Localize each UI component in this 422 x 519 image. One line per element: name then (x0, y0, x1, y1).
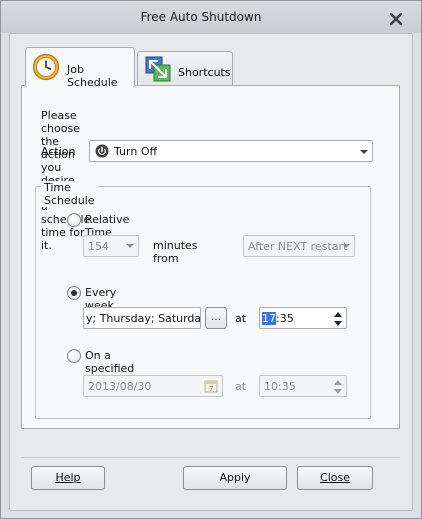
tab-shortcuts[interactable]: Shortcuts (137, 51, 233, 87)
tab-job-schedule[interactable]: Job Schedule (25, 47, 135, 89)
weekdays-value: y; Thursday; Saturday; (86, 312, 201, 325)
action-select-value: Turn Off (114, 145, 158, 158)
weekdays-field[interactable]: y; Thursday; Saturday; (83, 307, 201, 329)
specified-date-radio[interactable] (67, 349, 81, 363)
close-icon[interactable] (389, 12, 403, 26)
minutes-value: 154 (88, 240, 109, 253)
close-button-label: Close (320, 471, 350, 484)
close-button[interactable]: Close (297, 466, 373, 490)
power-icon (95, 144, 109, 158)
date-field[interactable]: 2013/08/30 7 (83, 375, 223, 397)
chevron-down-icon (126, 244, 134, 248)
time-spinner-icon[interactable] (332, 309, 344, 329)
weekly-time-rest: :35 (276, 312, 294, 325)
tab-job-schedule-label: Job Schedule (67, 63, 118, 89)
chevron-down-icon (342, 244, 350, 248)
clock-icon (32, 53, 60, 81)
svg-text:7: 7 (209, 385, 213, 393)
chevron-down-icon (360, 150, 368, 154)
weekly-at-label: at (235, 312, 247, 325)
date-time-value: 10:35 (264, 380, 296, 393)
date-at-label: at (235, 380, 247, 393)
title-bar[interactable]: Free Auto Shutdown (1, 1, 421, 33)
date-value: 2013/08/30 (88, 380, 152, 393)
weekly-time-text: 17:35 (262, 312, 294, 325)
weekly-time-hour: 17 (262, 312, 276, 325)
minutes-from-label: minutes from (153, 239, 198, 265)
shortcut-icon (145, 56, 171, 82)
weekly-time-field[interactable]: 17:35 (259, 307, 347, 329)
time-spinner-icon[interactable] (332, 377, 344, 397)
minutes-select[interactable]: 154 (83, 235, 139, 257)
apply-button[interactable]: Apply (183, 466, 287, 490)
tab-shortcuts-label: Shortcuts (178, 66, 231, 79)
app-window: Free Auto Shutdown Job Schedule Shortcut… (0, 0, 422, 519)
relative-time-radio[interactable] (67, 213, 81, 227)
window-title: Free Auto Shutdown (140, 10, 262, 24)
from-value: After NEXT restart (248, 240, 348, 253)
action-label: Action (41, 145, 76, 158)
time-schedule-title: Time Schedule (41, 181, 98, 207)
calendar-icon[interactable]: 7 (204, 379, 218, 393)
help-button[interactable]: Help (31, 466, 105, 490)
action-select[interactable]: Turn Off (89, 140, 373, 162)
help-button-label: Help (55, 471, 81, 484)
browse-days-button[interactable]: ... (205, 307, 227, 329)
date-time-field[interactable]: 10:35 (259, 375, 347, 397)
every-week-radio[interactable] (67, 286, 81, 300)
from-select[interactable]: After NEXT restart (243, 235, 355, 257)
